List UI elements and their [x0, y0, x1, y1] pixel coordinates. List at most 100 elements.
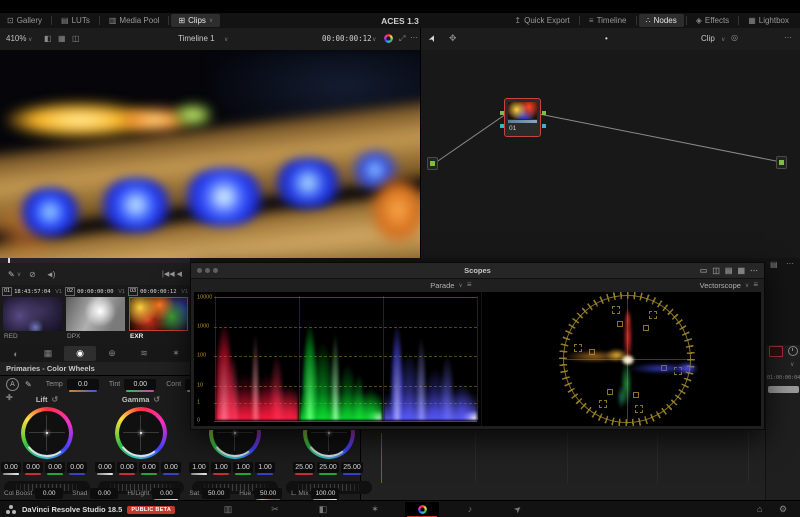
clips-button[interactable]: ⊞ Clips ∨ [171, 14, 220, 27]
clip-item-03-selected[interactable]: 03 00:00:00:12 V1 EXR [128, 286, 189, 344]
project-settings-icon[interactable]: ⚙ [779, 505, 787, 514]
camera-raw-icon[interactable]: ◐ [0, 349, 32, 359]
node-tree-output-port[interactable] [776, 156, 787, 169]
reset-icon[interactable]: ↺ [153, 395, 160, 404]
fairlight-page-icon[interactable]: ♪ [453, 502, 487, 517]
keyframe-scrollbar[interactable] [768, 386, 799, 393]
gain-green-value[interactable]: 1.00 [233, 462, 253, 473]
color-match-icon[interactable]: ▦ [32, 348, 64, 359]
scopes-options-icon[interactable]: ⋯ [750, 267, 758, 275]
gamma-blue-value[interactable]: 0.00 [161, 462, 181, 473]
step-back-icon[interactable]: ◀ [177, 270, 182, 278]
viewer-zoom-select[interactable]: 410% [6, 34, 26, 43]
cut-page-icon[interactable]: ✂ [258, 502, 292, 517]
left-scope-select[interactable]: Parade [430, 281, 454, 290]
hue-value[interactable]: 50.00 [254, 488, 282, 499]
temp-value[interactable]: 0.0 [67, 379, 99, 390]
scopes-titlebar[interactable]: Scopes ▭ ◫ ▤ ▦ ⋯ [191, 263, 764, 279]
offset-green-value[interactable]: 25.00 [317, 462, 339, 473]
timeline-playhead[interactable] [381, 433, 382, 483]
window-zoom-dot[interactable] [213, 268, 218, 273]
bypass-grades-icon[interactable]: ◎ [731, 34, 738, 42]
split-view-icon[interactable]: ▦ [58, 35, 66, 43]
node-mode-select[interactable]: Clip [701, 34, 715, 43]
hilight-value[interactable]: 0.00 [152, 488, 180, 499]
left-scope-settings-icon[interactable]: ≡ [467, 281, 472, 289]
gamma-red-value[interactable]: 0.00 [117, 462, 137, 473]
clip-thumbnail[interactable] [3, 297, 62, 331]
chevron-down-icon[interactable]: ∨ [790, 361, 794, 368]
auto-balance-icon[interactable]: A [6, 378, 19, 391]
bypass-power-icon[interactable] [788, 346, 798, 356]
white-balance-picker-icon[interactable]: ✎ [25, 380, 32, 389]
gallery-button[interactable]: ⊡ Gallery [0, 14, 49, 27]
gain-blue-value[interactable]: 1.00 [255, 462, 275, 473]
lmix-value[interactable]: 100.00 [311, 488, 339, 499]
offset-blue-value[interactable]: 25.00 [341, 462, 363, 473]
media-page-icon[interactable]: ▥ [211, 502, 245, 517]
annotate-icon[interactable]: ✎ [8, 270, 15, 279]
lift-blue-value[interactable]: 0.00 [67, 462, 87, 473]
lift-red-value[interactable]: 0.00 [23, 462, 43, 473]
node-graph[interactable]: 01 [421, 50, 800, 258]
motion-effects-icon[interactable]: ✶ [160, 348, 192, 359]
timeline-select[interactable]: Timeline 1 [178, 34, 215, 43]
timeline-panel-button[interactable]: ≡ Timeline [582, 14, 634, 27]
audio-mute-icon[interactable]: ◄) [46, 270, 55, 279]
scopes-window[interactable]: Scopes ▭ ◫ ▤ ▦ ⋯ Parade ∨ ≡ Vectorscope … [190, 262, 765, 430]
bypass-icon[interactable]: ⊘ [29, 270, 36, 279]
gamma-green-value[interactable]: 0.00 [139, 462, 159, 473]
window-minimize-dot[interactable] [205, 268, 210, 273]
layout-three-up-icon[interactable]: ▤ [725, 267, 733, 275]
node-input-key-dot[interactable] [500, 124, 504, 128]
shad-value[interactable]: 0.00 [90, 488, 118, 499]
layout-single-icon[interactable]: ▭ [700, 267, 708, 275]
keyframes-panel-icon[interactable]: ▤ [770, 261, 778, 269]
gamma-master-value[interactable]: 0.00 [95, 462, 115, 473]
corrector-node-01[interactable]: 01 [504, 98, 541, 137]
color-page-icon[interactable] [405, 502, 439, 517]
gain-master-value[interactable]: 1.00 [189, 462, 209, 473]
lightbox-button[interactable]: ▦ Lightbox [741, 14, 796, 27]
color-wheels-icon[interactable]: ◉ [64, 346, 96, 361]
fusion-page-icon[interactable]: ✶ [358, 502, 392, 517]
clip-item-01[interactable]: 01 18:43:57:04 V1 RED [2, 286, 63, 344]
nodes-panel-button[interactable]: ∴ Nodes [639, 14, 684, 27]
viewer-timecode[interactable]: 00:00:00:12 [322, 34, 372, 43]
offset-red-value[interactable]: 25.00 [293, 462, 315, 473]
lift-green-value[interactable]: 0.00 [45, 462, 65, 473]
rgb-mixer-icon[interactable]: ≋ [128, 348, 160, 359]
wipe-mode-icon[interactable]: ◧ [44, 35, 52, 43]
node-output-key-dot[interactable] [542, 124, 546, 128]
layout-two-up-icon[interactable]: ◫ [712, 267, 720, 275]
node-input-rgb-dot[interactable] [500, 111, 504, 115]
hdr-wheels-icon[interactable]: ⊕ [96, 348, 128, 359]
pointer-tool-icon[interactable]: ➤ [426, 33, 439, 44]
node-output-rgb-dot[interactable] [542, 111, 546, 115]
grab-still-icon[interactable] [384, 34, 393, 45]
pan-tool-icon[interactable]: ✥ [449, 34, 457, 43]
window-close-dot[interactable] [197, 268, 202, 273]
tint-value[interactable]: 0.00 [124, 379, 156, 390]
viewer-options-icon[interactable]: ⋯ [410, 34, 418, 42]
sat-value[interactable]: 50.00 [202, 488, 230, 499]
luts-button[interactable]: ▤ LUTs [54, 14, 97, 27]
wheel-mode-icon[interactable]: ✚ [6, 393, 13, 402]
reset-icon[interactable]: ↺ [51, 395, 58, 404]
clip-thumbnail[interactable] [129, 297, 188, 331]
highlight-icon[interactable]: ◫ [72, 35, 80, 43]
project-manager-icon[interactable]: ⌂ [757, 505, 762, 514]
node-options-icon[interactable]: ⋯ [784, 34, 792, 42]
keyframes-options-icon[interactable]: ⋯ [786, 260, 794, 268]
layout-four-up-icon[interactable]: ▦ [737, 267, 745, 275]
previous-clip-icon[interactable]: |◀◀ [162, 270, 175, 278]
edit-page-icon[interactable]: ◧ [306, 502, 340, 517]
source-input-port[interactable] [427, 157, 438, 170]
media-pool-button[interactable]: ▥ Media Pool [102, 14, 167, 27]
effects-panel-button[interactable]: ◈ Effects [689, 14, 736, 27]
col-boost-value[interactable]: 0.00 [35, 488, 63, 499]
gain-red-value[interactable]: 1.00 [211, 462, 231, 473]
right-scope-select[interactable]: Vectorscope [700, 281, 741, 290]
clip-item-02[interactable]: 02 00:00:00:00 V1 DPX [65, 286, 126, 344]
right-scope-settings-icon[interactable]: ≡ [753, 281, 758, 289]
